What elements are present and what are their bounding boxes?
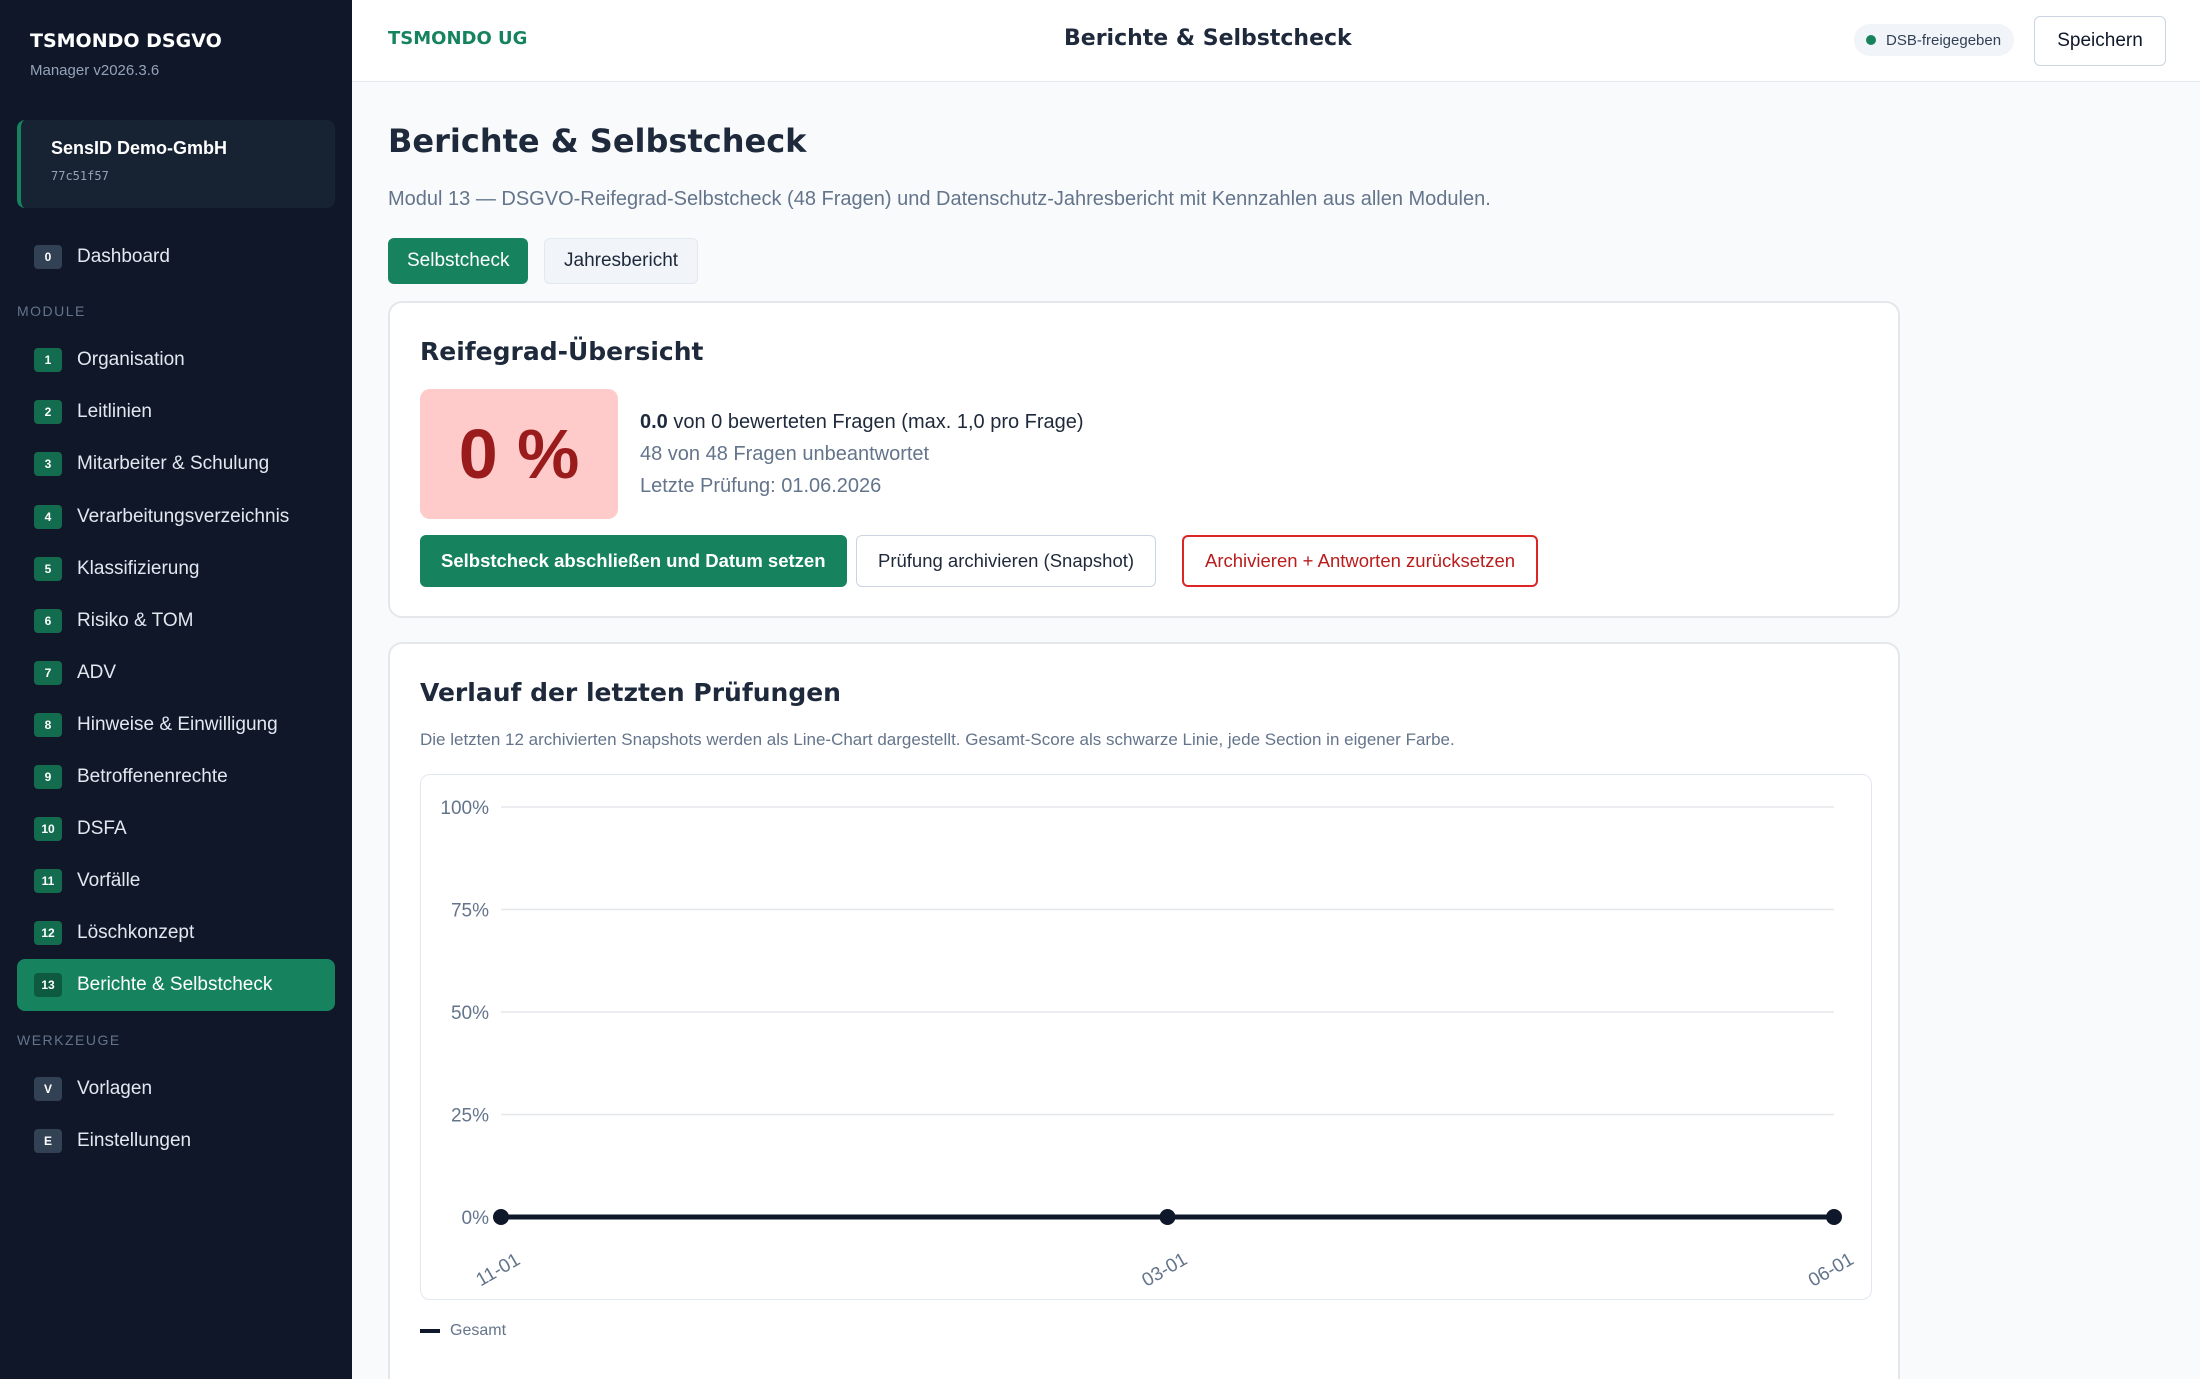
sidebar-item-label: Berichte & Selbstcheck [77,974,273,995]
data-point [1159,1209,1176,1225]
nav-number: 3 [34,452,62,476]
nav-number: 8 [34,713,62,737]
sidebar-item-label: Einstellungen [77,1130,192,1151]
tenant-id: 77c51f57 [51,169,109,183]
data-point [1826,1209,1842,1225]
sidebar-item-label: Dashboard [77,246,170,267]
tenant-name: SensID Demo-GmbH [51,138,228,158]
legend-label-gesamt: Gesamt [450,1322,507,1339]
sidebar-item-einstellungen[interactable]: E Einstellungen [17,1115,335,1167]
app-title: TSMONDO DSGVO [30,30,222,52]
sidebar-item-loeschkonzept[interactable]: 12 Löschkonzept [17,907,335,959]
sidebar-item-verarbeitungsverzeichnis[interactable]: 4 Verarbeitungsverzeichnis [17,491,335,543]
nav-section-modules: MODULE [17,303,86,319]
nav-number: V [34,1077,62,1101]
y-tick-label: 0% [462,1208,490,1229]
sidebar-item-vorfaelle[interactable]: 11 Vorfälle [17,855,335,907]
sidebar-item-dashboard[interactable]: 0 Dashboard [17,231,335,283]
sidebar-item-label: Organisation [77,349,185,370]
unanswered-count: 48 von 48 Fragen unbeantwortet [640,443,930,465]
company-name: TSMONDO UG [388,28,528,49]
history-title: Verlauf der letzten Prüfungen [420,678,841,707]
archive-snapshot-button[interactable]: Prüfung archivieren (Snapshot) [856,535,1157,587]
tab-selbstcheck[interactable]: Selbstcheck [388,238,529,284]
sidebar-item-label: DSFA [77,818,127,839]
score-points: 0.0 [640,411,668,433]
app-version: Manager v2026.3.6 [30,62,160,79]
page-subtitle: Modul 13 — DSGVO-Reifegrad-Selbstcheck (… [388,188,1491,210]
nav-number: 6 [34,609,62,633]
tenant-selector[interactable]: SensID Demo-GmbH 77c51f57 [17,120,335,208]
sidebar-item-label: Betroffenenrechte [77,766,228,787]
maturity-card: Reifegrad-Übersicht 0 % 0.0 von 0 bewert… [388,301,1900,618]
tab-jahresbericht[interactable]: Jahresbericht [544,238,699,284]
sidebar-item-adv[interactable]: 7 ADV [17,647,335,699]
history-card: Verlauf der letzten Prüfungen Die letzte… [388,642,1900,1379]
nav-number: 10 [34,817,62,841]
save-button[interactable]: Speichern [2034,16,2166,66]
score-summary: 0.0 von 0 bewerteten Fragen (max. 1,0 pr… [640,411,1084,434]
score-display: 0 % [420,389,618,519]
topbar-title: Berichte & Selbstcheck [1064,26,1352,51]
nav-number: 13 [34,973,62,997]
sidebar-item-label: Leitlinien [77,401,152,422]
x-tick-label: 11-01 [473,1249,524,1291]
legend-line-icon [420,1329,440,1333]
status-dot-icon [1866,35,1876,45]
nav-number: E [34,1129,62,1153]
sidebar-item-berichte-selbstcheck[interactable]: 13 Berichte & Selbstcheck [17,959,335,1011]
sidebar-item-klassifizierung[interactable]: 5 Klassifizierung [17,543,335,595]
sidebar-item-label: Vorlagen [77,1078,153,1099]
y-tick-label: 100% [440,798,489,819]
sidebar-item-leitlinien[interactable]: 2 Leitlinien [17,386,335,438]
sidebar-item-risiko-tom[interactable]: 6 Risiko & TOM [17,595,335,647]
sidebar-item-label: Löschkonzept [77,922,195,943]
score-points-text: von 0 bewerteten Fragen (max. 1,0 pro Fr… [673,411,1084,433]
archive-reset-button[interactable]: Archivieren + Antworten zurücksetzen [1182,535,1539,587]
nav-number: 5 [34,557,62,581]
nav-number: 1 [34,348,62,372]
brand: TSMONDO DSGVO Manager v2026.3.6 [30,30,222,79]
chart-legend: Gesamt [420,1322,506,1340]
sidebar-item-organisation[interactable]: 1 Organisation [17,334,335,386]
sidebar-item-betroffenenrechte[interactable]: 9 Betroffenenrechte [17,751,335,803]
sidebar-item-label: Vorfälle [77,870,141,891]
x-tick-label: 03-01 [1138,1249,1191,1291]
nav-number: 12 [34,921,62,945]
topbar: TSMONDO UG Berichte & Selbstcheck DSB-fr… [352,0,2200,82]
nav-section-tools: WERKZEUGE [17,1032,121,1048]
y-tick-label: 50% [451,1003,489,1024]
score-info: 0.0 von 0 bewerteten Fragen (max. 1,0 pr… [640,411,1084,498]
maturity-title: Reifegrad-Übersicht [420,337,704,366]
status-label: DSB-freigegeben [1886,31,2002,49]
nav-number: 0 [34,245,62,269]
sidebar: TSMONDO DSGVO Manager v2026.3.6 SensID D… [0,0,352,1379]
status-badge: DSB-freigegeben [1854,24,2015,56]
nav-number: 2 [34,400,62,424]
line-chart: 100% 75% 50% 25% 0% 11-01 03-01 06-01 [420,774,1872,1300]
sidebar-item-label: ADV [77,662,117,683]
last-check-date: Letzte Prüfung: 01.06.2026 [640,475,882,497]
nav-number: 4 [34,505,62,529]
sidebar-item-vorlagen[interactable]: V Vorlagen [17,1063,335,1115]
sidebar-item-label: Mitarbeiter & Schulung [77,453,270,474]
chart-canvas: 100% 75% 50% 25% 0% 11-01 03-01 06-01 [440,798,1858,1291]
sidebar-item-label: Risiko & TOM [77,610,194,631]
nav-number: 11 [34,869,62,893]
sidebar-item-mitarbeiter-schulung[interactable]: 3 Mitarbeiter & Schulung [17,438,335,490]
sidebar-item-label: Hinweise & Einwilligung [77,714,278,735]
complete-selfcheck-button[interactable]: Selbstcheck abschließen und Datum setzen [420,535,847,587]
y-tick-label: 25% [451,1106,489,1127]
page-title: Berichte & Selbstcheck [388,122,807,160]
sidebar-item-dsfa[interactable]: 10 DSFA [17,803,335,855]
history-description: Die letzten 12 archivierten Snapshots we… [420,730,1455,749]
y-tick-label: 75% [451,901,489,922]
sidebar-item-hinweise-einwilligung[interactable]: 8 Hinweise & Einwilligung [17,699,335,751]
x-tick-label: 06-01 [1805,1249,1858,1291]
data-point [493,1209,509,1225]
sidebar-item-label: Klassifizierung [77,558,200,579]
nav-number: 7 [34,661,62,685]
nav-number: 9 [34,765,62,789]
sidebar-item-label: Verarbeitungsverzeichnis [77,506,290,527]
